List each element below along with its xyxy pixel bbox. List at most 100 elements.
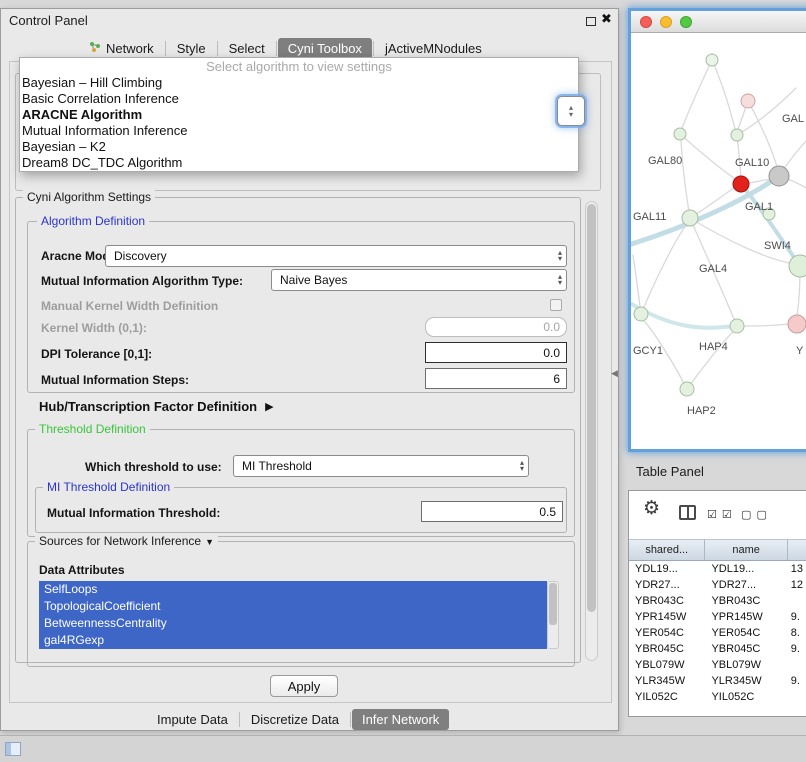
network-node[interactable] (674, 128, 686, 140)
network-node[interactable] (682, 210, 698, 226)
column-header-shared[interactable]: shared... (629, 540, 705, 560)
algorithm-option-bayesian-k2[interactable]: Bayesian – K2 (20, 139, 578, 155)
bottom-tab-discretize-data[interactable]: Discretize Data (241, 709, 349, 730)
manual-kernel-checkbox[interactable] (550, 299, 562, 311)
dpi-tolerance-field[interactable]: 0.0 (425, 342, 567, 363)
tab-network[interactable]: Network (79, 38, 164, 59)
table-body: YDL19...YDL19...13YDR27...YDR27...12YBR0… (629, 561, 806, 716)
mi-type-combobox[interactable]: Naive Bayes ▴▾ (271, 269, 567, 291)
attribute-item-topologicalcoefficient[interactable]: TopologicalCoefficient (39, 598, 547, 615)
sources-group-title[interactable]: Sources for Network Inference▼ (35, 534, 218, 548)
table-row[interactable]: YPR145WYPR145W9. (629, 609, 806, 625)
close-icon[interactable]: ✖ (601, 11, 612, 27)
algorithm-option-dream8-dc-tdc-algorithm[interactable]: Dream8 DC_TDC Algorithm (20, 155, 578, 171)
network-node[interactable] (680, 382, 694, 396)
tab-label: Infer Network (362, 712, 439, 727)
network-edge[interactable] (680, 134, 738, 181)
column-header-extra[interactable] (788, 540, 806, 560)
tab-jactivemnodules[interactable]: jActiveMNodules (375, 38, 492, 59)
network-node[interactable] (741, 94, 755, 108)
table-row[interactable]: YIL052CYIL052C (629, 689, 806, 705)
network-node[interactable] (733, 176, 749, 192)
columns-icon[interactable] (679, 505, 696, 520)
splitter-collapse-icon[interactable]: ◀ (611, 368, 618, 379)
network-node-label: GAL (782, 113, 804, 125)
network-window-titlebar[interactable] (631, 11, 806, 33)
algorithm-combobox-stepper[interactable]: ▴▾ (557, 96, 585, 126)
aracne-mode-combobox[interactable]: Discovery ▴▾ (105, 245, 567, 267)
mi-threshold-label: Mutual Information Threshold: (47, 506, 220, 520)
table-cell: YBR045C (629, 641, 705, 657)
algorithm-option-bayesian-hill-climbing[interactable]: Bayesian – Hill Climbing (20, 75, 578, 91)
network-node[interactable] (769, 166, 789, 186)
table-row[interactable]: YBR045CYBR045C9. (629, 641, 806, 657)
network-node[interactable] (730, 319, 744, 333)
bottom-tab-impute-data[interactable]: Impute Data (147, 709, 238, 730)
table-row[interactable]: YDR27...YDR27...12 (629, 577, 806, 593)
attribute-item-gal4rgexp[interactable]: gal4RGexp (39, 632, 547, 649)
kernel-width-field[interactable]: 0.0 (425, 317, 567, 337)
network-node[interactable] (706, 54, 718, 66)
tab-cyni-toolbox[interactable]: Cyni Toolbox (278, 38, 372, 59)
network-edge[interactable] (682, 60, 712, 128)
deselect-all-columns-icon[interactable]: ▢ ▢ (741, 508, 768, 521)
network-edge[interactable] (743, 187, 800, 266)
dpi-tolerance-value: 0.0 (543, 346, 560, 360)
table-cell: YDR27... (705, 577, 787, 593)
minimized-panel-icon[interactable] (5, 742, 21, 756)
network-edge[interactable] (744, 324, 788, 326)
attribute-item-betweennesscentrality[interactable]: BetweennessCentrality (39, 615, 547, 632)
tab-style[interactable]: Style (167, 38, 216, 59)
apply-button[interactable]: Apply (270, 675, 338, 697)
table-row[interactable]: YLR345WYLR345W9. (629, 673, 806, 689)
table-cell: YBL079W (629, 657, 705, 673)
network-node[interactable] (634, 307, 648, 321)
tab-separator (217, 41, 218, 56)
attribute-item-selfloops[interactable]: SelfLoops (39, 581, 547, 598)
network-canvas-svg[interactable]: GALGAL80GAL10GAL11GAL1SWI4GAL4GCY1HAP4YH… (631, 33, 806, 449)
network-node-label: GCY1 (633, 345, 663, 357)
algorithm-option-basic-correlation-inference[interactable]: Basic Correlation Inference (20, 91, 578, 107)
bottom-tab-infer-network[interactable]: Infer Network (352, 709, 449, 730)
network-node[interactable] (731, 129, 743, 141)
zoom-button[interactable] (680, 16, 692, 28)
table-row[interactable]: YER054CYER054C8. (629, 625, 806, 641)
algorithm-definition-title: Algorithm Definition (37, 214, 149, 228)
mi-threshold-field[interactable]: 0.5 (421, 501, 563, 522)
close-button[interactable] (640, 16, 652, 28)
settings-scrollbar[interactable] (585, 201, 598, 661)
mi-steps-field[interactable]: 6 (425, 368, 567, 389)
network-edge[interactable] (681, 140, 690, 218)
tab-select[interactable]: Select (219, 38, 275, 59)
network-view-window: GALGAL80GAL10GAL11GAL1SWI4GAL4GCY1HAP4YH… (628, 8, 806, 452)
tab-label: Style (177, 41, 206, 56)
gear-icon[interactable]: ⚙ (643, 497, 660, 520)
popup-header: Select algorithm to view settings (20, 58, 578, 75)
algorithm-option-mutual-information-inference[interactable]: Mutual Information Inference (20, 123, 578, 139)
attributes-list-scrollbar[interactable] (547, 581, 559, 649)
kernel-width-value: 0.0 (543, 320, 560, 334)
table-header-row: shared...name (629, 539, 806, 561)
network-node[interactable] (789, 255, 806, 277)
float-window-icon[interactable] (586, 17, 596, 26)
table-cell (788, 689, 806, 705)
minimize-button[interactable] (660, 16, 672, 28)
column-header-name[interactable]: name (705, 540, 787, 560)
network-edge[interactable] (712, 60, 735, 129)
algorithm-option-aracne-algorithm[interactable]: ARACNE Algorithm (20, 107, 578, 123)
network-canvas[interactable]: GALGAL80GAL10GAL11GAL1SWI4GAL4GCY1HAP4YH… (631, 33, 806, 449)
network-node-label: GAL4 (699, 263, 727, 275)
network-edge[interactable] (687, 331, 734, 389)
table-row[interactable]: YBR043CYBR043C (629, 593, 806, 609)
scrollbar-thumb[interactable] (587, 204, 596, 612)
select-all-columns-icon[interactable]: ☑ ☑ (707, 508, 733, 521)
which-threshold-combobox[interactable]: MI Threshold ▴▾ (233, 455, 529, 477)
table-cell: YPR145W (629, 609, 705, 625)
hub-definition-toggle[interactable]: Hub/Transcription Factor Definition ▶ (39, 399, 274, 414)
scrollbar-thumb[interactable] (549, 583, 557, 625)
table-row[interactable]: YDL19...YDL19...13 (629, 561, 806, 577)
network-node[interactable] (788, 315, 806, 333)
table-row[interactable]: YBL079WYBL079W (629, 657, 806, 673)
table-cell: YER054C (629, 625, 705, 641)
table-cell: YLR345W (629, 673, 705, 689)
